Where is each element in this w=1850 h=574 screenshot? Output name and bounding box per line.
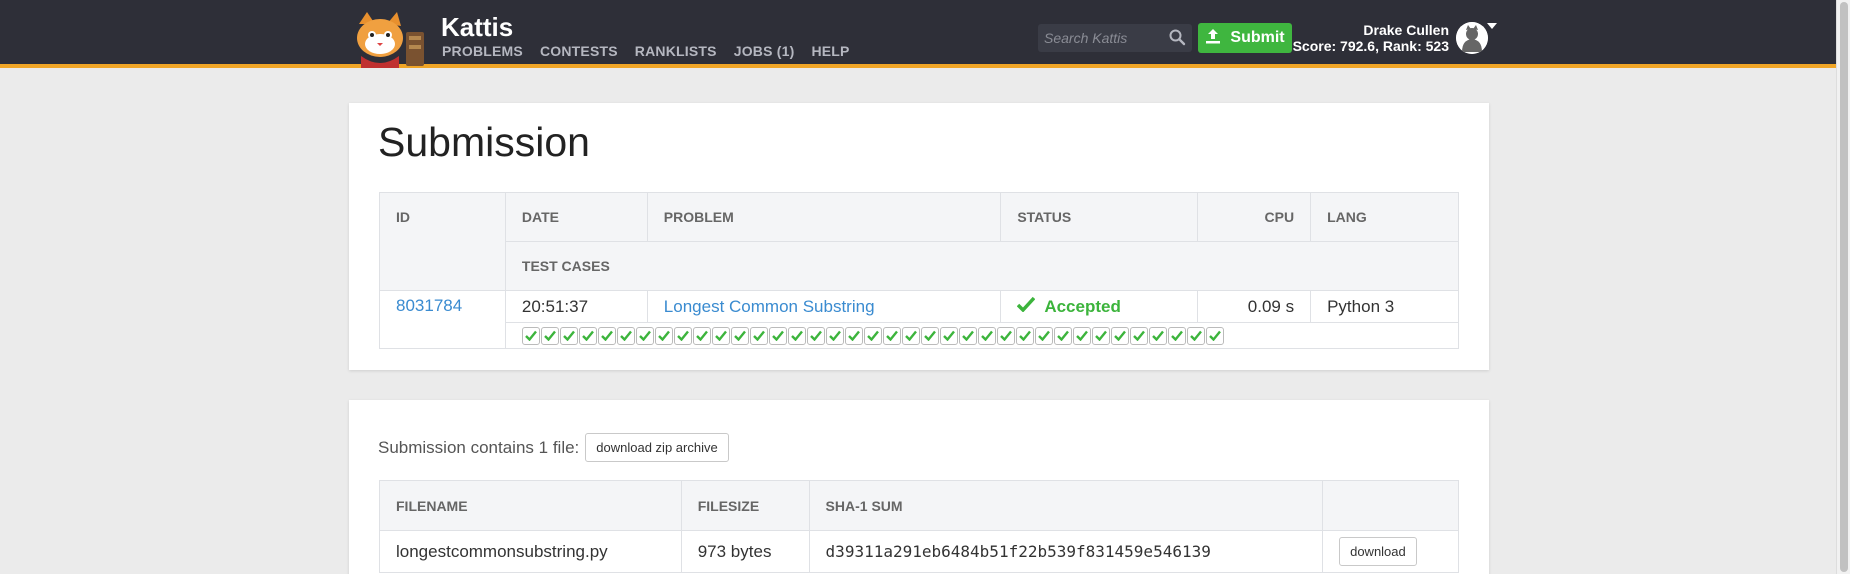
nav-contests[interactable]: CONTESTS bbox=[540, 43, 618, 59]
test-case-list bbox=[521, 326, 1442, 346]
test-case-passed-icon[interactable] bbox=[749, 326, 768, 345]
search-input[interactable] bbox=[1044, 28, 1162, 48]
file-size: 973 bytes bbox=[680, 530, 810, 573]
test-case-passed-icon[interactable] bbox=[1205, 326, 1224, 345]
status-badge: Accepted bbox=[1017, 296, 1181, 317]
test-case-passed-icon[interactable] bbox=[768, 326, 787, 345]
main-nav: PROBLEMS CONTESTS RANKLISTS JOBS (1) HEL… bbox=[442, 43, 850, 59]
test-case-passed-icon[interactable] bbox=[920, 326, 939, 345]
col-header-id: ID bbox=[379, 192, 506, 291]
test-case-passed-icon[interactable] bbox=[977, 326, 996, 345]
test-case-passed-icon[interactable] bbox=[939, 326, 958, 345]
files-summary: Submission contains 1 file: download zip… bbox=[378, 433, 729, 462]
test-case-passed-icon[interactable] bbox=[1015, 326, 1034, 345]
kattis-logo-icon[interactable] bbox=[351, 12, 429, 68]
test-case-passed-icon[interactable] bbox=[806, 326, 825, 345]
submit-button[interactable]: Submit bbox=[1198, 23, 1292, 53]
col-header-test-cases: TEST CASES bbox=[504, 241, 1460, 291]
top-navbar: Kattis PROBLEMS CONTESTS RANKLISTS JOBS … bbox=[0, 0, 1850, 68]
test-case-passed-icon[interactable] bbox=[597, 326, 616, 345]
col-header-sha1: SHA-1 SUM bbox=[808, 480, 1324, 531]
test-case-passed-icon[interactable] bbox=[711, 326, 730, 345]
download-file-button[interactable]: download bbox=[1339, 537, 1417, 566]
files-count-label: Submission contains 1 file: bbox=[378, 437, 580, 457]
test-case-passed-icon[interactable] bbox=[1091, 326, 1110, 345]
col-header-cpu: CPU bbox=[1197, 192, 1312, 242]
test-case-passed-icon[interactable] bbox=[1072, 326, 1091, 345]
language: Python 3 bbox=[1310, 290, 1459, 323]
col-header-filename: FILENAME bbox=[379, 480, 682, 531]
nav-ranklists[interactable]: RANKLISTS bbox=[635, 43, 717, 59]
col-header-date: DATE bbox=[504, 192, 648, 242]
test-case-passed-icon[interactable] bbox=[863, 326, 882, 345]
brand-name[interactable]: Kattis bbox=[441, 12, 513, 43]
scrollbar[interactable] bbox=[1836, 0, 1850, 574]
test-case-passed-icon[interactable] bbox=[1110, 326, 1129, 345]
file-sha1: d39311a291eb6484b51f22b539f831459e546139 bbox=[808, 530, 1324, 573]
col-header-lang: LANG bbox=[1310, 192, 1459, 242]
submit-label: Submit bbox=[1230, 29, 1285, 46]
files-card: Submission contains 1 file: download zip… bbox=[349, 400, 1489, 574]
test-case-passed-icon[interactable] bbox=[692, 326, 711, 345]
submission-card: Submission ID DATE PROBLEM STATUS CPU LA… bbox=[349, 103, 1489, 370]
submission-id-link[interactable]: 8031784 bbox=[396, 296, 462, 315]
page-title: Submission bbox=[378, 119, 590, 165]
test-case-passed-icon[interactable] bbox=[844, 326, 863, 345]
test-case-passed-icon[interactable] bbox=[882, 326, 901, 345]
col-header-filesize: FILESIZE bbox=[680, 480, 810, 531]
table-row: longestcommonsubstring.py 973 bytes d393… bbox=[379, 530, 1459, 573]
test-case-passed-icon[interactable] bbox=[654, 326, 673, 345]
user-menu-caret-icon[interactable] bbox=[1487, 23, 1497, 29]
user-info[interactable]: Drake Cullen Score: 792.6, Rank: 523 bbox=[1293, 22, 1449, 54]
nav-jobs[interactable]: JOBS (1) bbox=[734, 43, 795, 59]
test-case-passed-icon[interactable] bbox=[825, 326, 844, 345]
search-icon[interactable] bbox=[1168, 28, 1186, 51]
col-header-status: STATUS bbox=[1000, 192, 1199, 242]
test-case-passed-icon[interactable] bbox=[1186, 326, 1205, 345]
test-case-passed-icon[interactable] bbox=[787, 326, 806, 345]
problem-link[interactable]: Longest Common Substring bbox=[664, 297, 875, 316]
status-text: Accepted bbox=[1044, 296, 1121, 316]
file-name: longestcommonsubstring.py bbox=[379, 530, 682, 573]
submission-table: ID DATE PROBLEM STATUS CPU LANG TEST CAS… bbox=[379, 192, 1460, 349]
test-case-passed-icon[interactable] bbox=[1034, 326, 1053, 345]
test-case-passed-icon[interactable] bbox=[673, 326, 692, 345]
test-case-passed-icon[interactable] bbox=[996, 326, 1015, 345]
test-case-passed-icon[interactable] bbox=[540, 326, 559, 345]
test-case-passed-icon[interactable] bbox=[901, 326, 920, 345]
upload-icon bbox=[1205, 28, 1221, 49]
submission-date: 20:51:37 bbox=[504, 290, 648, 323]
test-case-passed-icon[interactable] bbox=[635, 326, 654, 345]
col-header-problem: PROBLEM bbox=[646, 192, 1002, 242]
test-case-passed-icon[interactable] bbox=[730, 326, 749, 345]
download-zip-button[interactable]: download zip archive bbox=[585, 433, 729, 462]
table-row: 8031784 20:51:37 Longest Common Substrin… bbox=[379, 290, 1459, 349]
test-case-passed-icon[interactable] bbox=[578, 326, 597, 345]
scrollbar-thumb[interactable] bbox=[1840, 2, 1848, 572]
user-name: Drake Cullen bbox=[1363, 22, 1449, 38]
test-case-passed-icon[interactable] bbox=[559, 326, 578, 345]
test-case-passed-icon[interactable] bbox=[521, 326, 540, 345]
test-case-passed-icon[interactable] bbox=[616, 326, 635, 345]
user-score: Score: 792.6, Rank: 523 bbox=[1292, 38, 1449, 54]
files-table: FILENAME FILESIZE SHA-1 SUM longestcommo… bbox=[379, 480, 1459, 573]
test-case-passed-icon[interactable] bbox=[1148, 326, 1167, 345]
test-case-passed-icon[interactable] bbox=[1053, 326, 1072, 345]
search-box bbox=[1038, 24, 1192, 52]
nav-help[interactable]: HELP bbox=[811, 43, 849, 59]
checkmark-icon bbox=[1017, 296, 1036, 317]
avatar[interactable] bbox=[1456, 22, 1488, 54]
test-case-passed-icon[interactable] bbox=[1129, 326, 1148, 345]
test-case-passed-icon[interactable] bbox=[1167, 326, 1186, 345]
nav-problems[interactable]: PROBLEMS bbox=[442, 43, 523, 59]
cpu-time: 0.09 s bbox=[1197, 290, 1312, 323]
test-case-passed-icon[interactable] bbox=[958, 326, 977, 345]
